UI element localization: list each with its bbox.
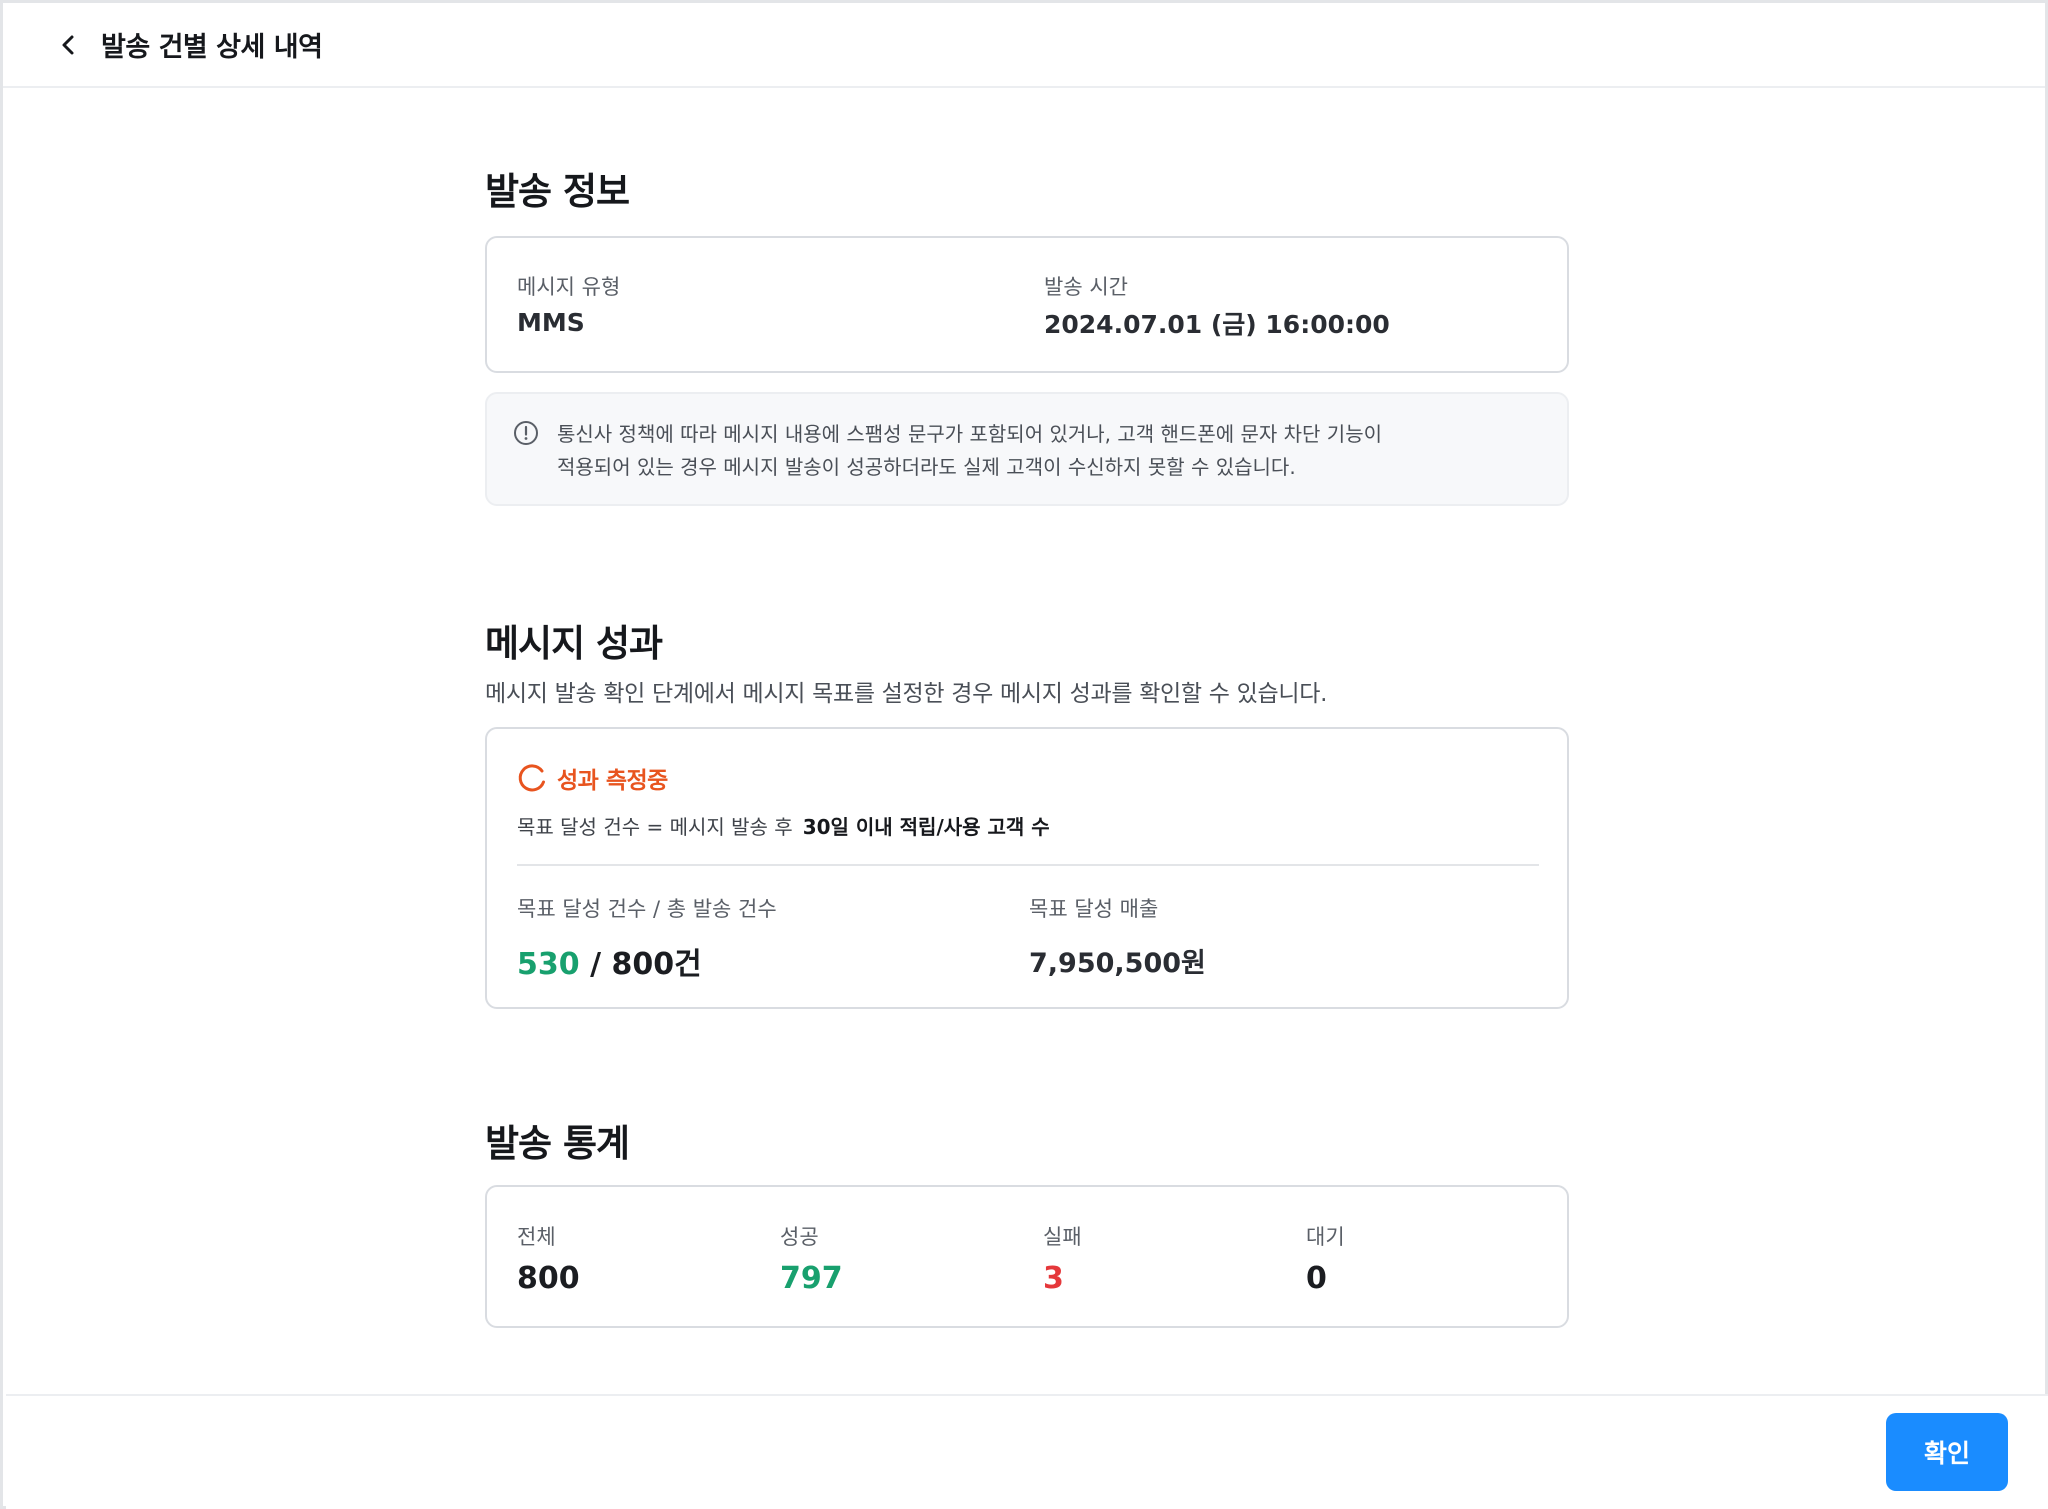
performance-description: 메시지 발송 확인 단계에서 메시지 목표를 설정한 경우 메시지 성과를 확인… (485, 681, 1328, 707)
achieved-ratio: 530 / 800건 (517, 939, 702, 983)
message-type-value: MMS (517, 308, 585, 337)
send-info-title: 발송 정보 (485, 170, 630, 213)
total-count: / 800건 (590, 947, 702, 982)
stat-fail-label: 실패 (1043, 1225, 1082, 1249)
status-badge: 성과 측정중 (557, 768, 668, 794)
stat-fail-value: 3 (1043, 1261, 1064, 1296)
window-frame: 발송 건별 상세 내역 발송 정보 메시지 유형 MMS 발송 시간 2024.… (0, 0, 2048, 1509)
achieved-label: 목표 달성 건수 / 총 발송 건수 (517, 897, 777, 921)
stat-total-value: 800 (517, 1261, 580, 1296)
notice-text: 통신사 정책에 따라 메시지 내용에 스팸성 문구가 포함되어 있거나, 고객 … (557, 418, 1537, 484)
notice-line-1: 통신사 정책에 따라 메시지 내용에 스팸성 문구가 포함되어 있거나, 고객 … (557, 422, 1383, 446)
notice-box: 통신사 정책에 따라 메시지 내용에 스팸성 문구가 포함되어 있거나, 고객 … (485, 392, 1569, 506)
bottom-bar: 확인 (6, 1394, 2048, 1509)
notice-line-2: 적용되어 있는 경우 메시지 발송이 성공하더라도 실제 고객이 수신하지 못할… (557, 455, 1296, 479)
stat-success-label: 성공 (780, 1225, 819, 1249)
chevron-left-icon (62, 35, 74, 54)
send-time-value: 2024.07.01 (금) 16:00:00 (1044, 310, 1390, 339)
status-row: 성과 측정중 (517, 761, 668, 795)
stats-card: 전체 800 성공 797 실패 3 대기 0 (485, 1185, 1569, 1328)
formula-condition: 30일 이내 적립/사용 고객 수 (802, 815, 1050, 839)
goal-formula: 목표 달성 건수 = 메시지 발송 후 30일 이내 적립/사용 고객 수 (517, 811, 1050, 840)
back-button[interactable] (51, 27, 87, 63)
performance-card: 성과 측정중 목표 달성 건수 = 메시지 발송 후 30일 이내 적립/사용 고… (485, 727, 1569, 1009)
message-type-label: 메시지 유형 (517, 275, 621, 299)
stat-success-value: 797 (780, 1261, 843, 1296)
stat-total-label: 전체 (517, 1225, 556, 1249)
send-info-card: 메시지 유형 MMS 발송 시간 2024.07.01 (금) 16:00:00 (485, 236, 1569, 373)
page-title: 발송 건별 상세 내역 (101, 32, 323, 63)
divider (517, 864, 1539, 866)
loading-spinner-icon (518, 764, 545, 792)
formula-prefix: 목표 달성 건수 = 메시지 발송 후 (517, 815, 793, 839)
performance-title: 메시지 성과 (485, 622, 663, 665)
top-bar: 발송 건별 상세 내역 (3, 3, 2045, 88)
achieved-count: 530 (517, 947, 580, 982)
stat-pending-label: 대기 (1306, 1225, 1345, 1249)
stats-title: 발송 통계 (485, 1122, 630, 1165)
info-circle-icon (514, 421, 538, 445)
revenue-label: 목표 달성 매출 (1029, 897, 1159, 921)
send-time-label: 발송 시간 (1044, 275, 1128, 299)
stat-pending-value: 0 (1306, 1261, 1327, 1296)
confirm-button[interactable]: 확인 (1886, 1413, 2008, 1491)
revenue-value: 7,950,500원 (1029, 948, 1206, 979)
